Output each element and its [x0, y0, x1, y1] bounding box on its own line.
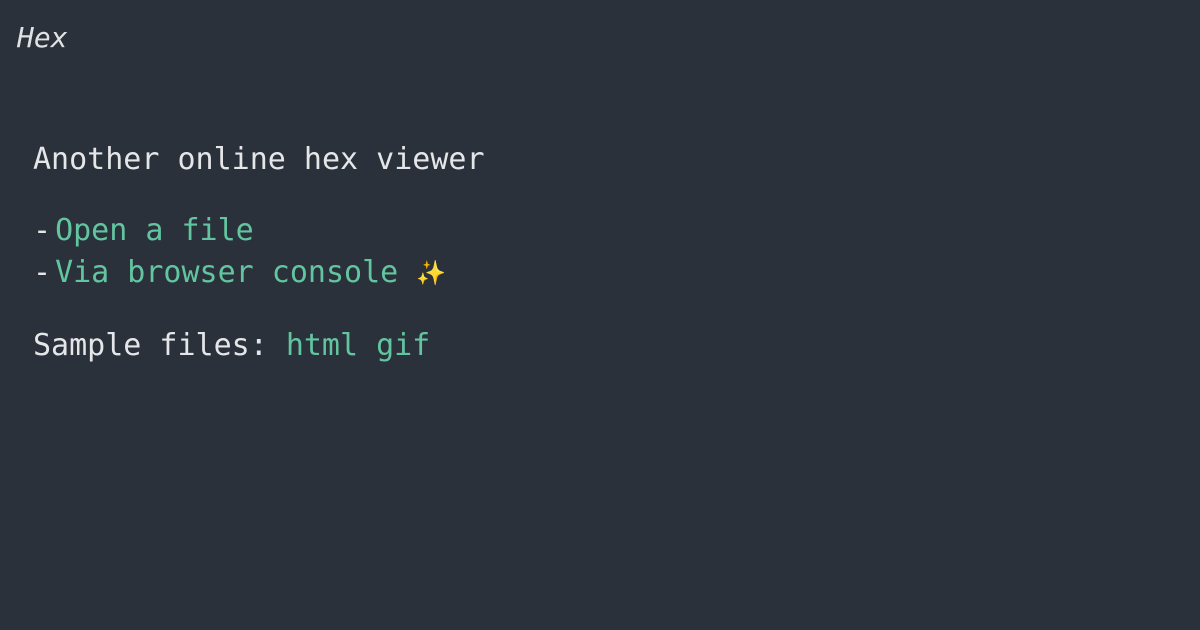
- list-bullet: -: [33, 255, 52, 290]
- open-file-link[interactable]: Open a file: [55, 210, 254, 252]
- list-bullet: -: [33, 213, 52, 248]
- browser-console-link[interactable]: Via browser console: [55, 252, 398, 294]
- options-list: - Open a file - Via browser console ✨: [33, 210, 1133, 294]
- page-tagline: Another online hex viewer: [33, 142, 485, 177]
- main-content: Another online hex viewer - Open a file …: [33, 138, 1133, 368]
- sample-files-label: Sample files:: [33, 328, 268, 363]
- sparkles-icon: ✨: [416, 259, 447, 287]
- sample-files: Sample files: html gif: [33, 324, 1133, 368]
- app-logo[interactable]: Hex: [17, 21, 68, 55]
- list-item-open-file: - Open a file: [33, 210, 1133, 252]
- list-item-browser-console: - Via browser console ✨: [33, 252, 1133, 294]
- sample-gif-link[interactable]: gif: [376, 328, 430, 363]
- sample-html-link[interactable]: html: [286, 328, 358, 363]
